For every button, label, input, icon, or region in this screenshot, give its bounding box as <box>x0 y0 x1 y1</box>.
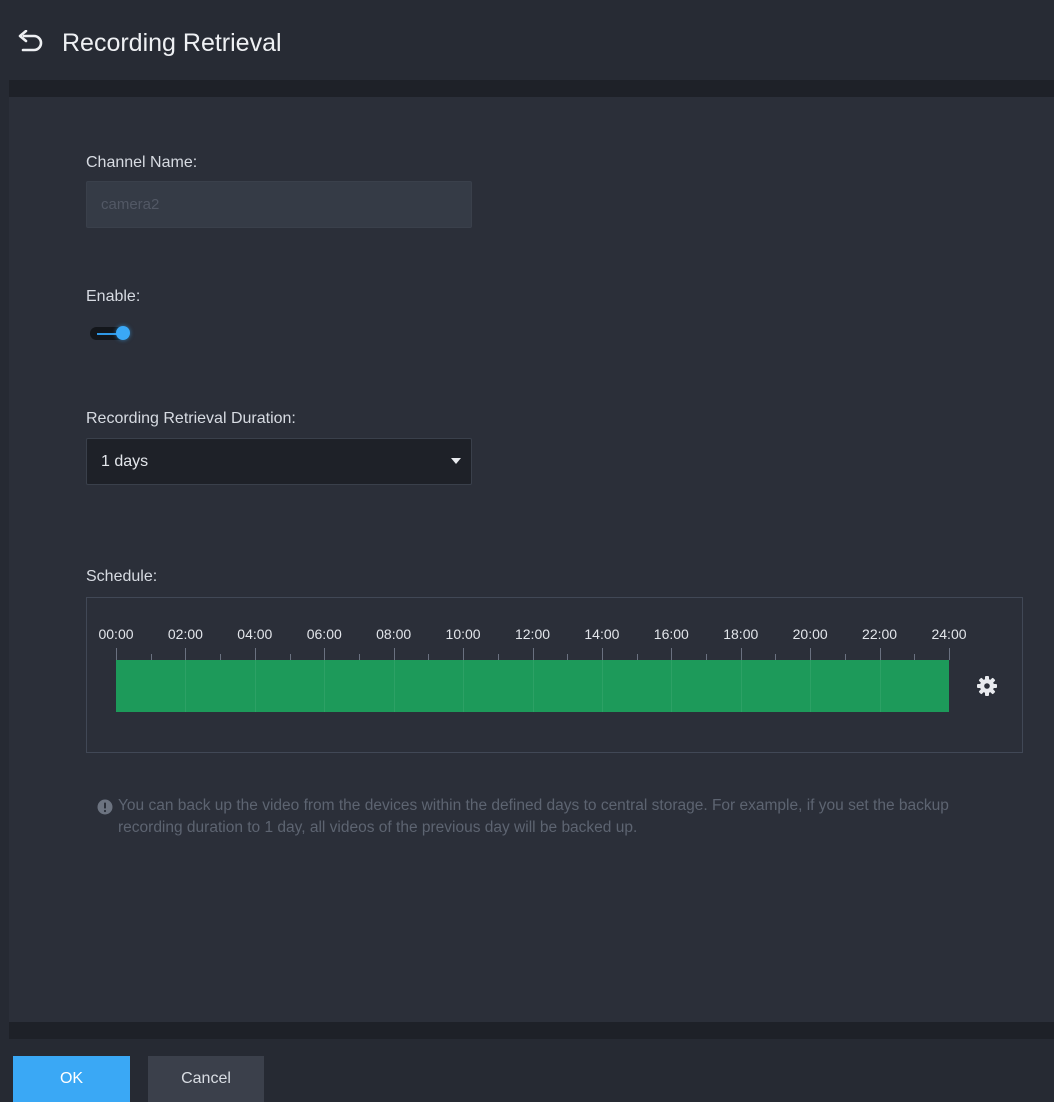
major-tick <box>463 648 465 660</box>
toggle-knob <box>116 326 130 340</box>
duration-select-value: 1 days <box>101 453 149 470</box>
timeline-tick-label: 18:00 <box>723 626 759 642</box>
form-panel <box>9 97 1054 1022</box>
cancel-button[interactable]: Cancel <box>148 1056 264 1102</box>
timeline-tick-label: 24:00 <box>931 626 967 642</box>
timeline-tick-label: 10:00 <box>445 626 481 642</box>
timeline-tick-label: 06:00 <box>306 626 342 642</box>
major-tick <box>116 648 117 660</box>
timeline-tick-label: 08:00 <box>376 626 412 642</box>
schedule-bar[interactable] <box>116 660 949 712</box>
major-tick <box>254 648 256 660</box>
timeline-tick-label: 22:00 <box>862 626 898 642</box>
bar-grid-line <box>810 660 812 712</box>
bar-grid-line <box>254 660 256 712</box>
enable-label: Enable: <box>86 288 141 305</box>
major-tick <box>324 648 326 660</box>
timeline-tick-label: 00:00 <box>98 626 134 642</box>
bar-grid-line <box>879 660 881 712</box>
major-tick <box>740 648 742 660</box>
page-header: Recording Retrieval <box>0 0 1054 80</box>
duration-label: Recording Retrieval Duration: <box>86 410 296 427</box>
info-message: You can back up the video from the devic… <box>118 797 949 836</box>
timeline-tick-label: 04:00 <box>237 626 273 642</box>
major-tick <box>671 648 673 660</box>
bottom-divider <box>9 1022 1054 1039</box>
enable-toggle[interactable] <box>90 323 130 343</box>
timeline-tick-label: 20:00 <box>792 626 828 642</box>
major-tick <box>532 648 534 660</box>
back-button[interactable] <box>14 26 48 60</box>
major-tick <box>949 648 950 660</box>
top-divider <box>9 80 1054 97</box>
bar-grid-line <box>463 660 465 712</box>
major-tick <box>601 648 603 660</box>
bar-grid-line <box>324 660 326 712</box>
duration-select[interactable]: 1 days <box>86 438 472 485</box>
timeline-tick-label: 12:00 <box>514 626 551 642</box>
ok-button[interactable]: OK <box>13 1056 130 1102</box>
timeline-tick-label: 16:00 <box>653 626 689 642</box>
channel-name-label: Channel Name: <box>86 154 198 171</box>
schedule-settings-button[interactable] <box>976 675 998 697</box>
major-tick <box>879 648 881 660</box>
bar-grid-line <box>532 660 534 712</box>
undo-arrow-icon <box>18 30 43 52</box>
info-icon <box>97 799 113 815</box>
major-tick <box>393 648 395 660</box>
bar-grid-line <box>601 660 603 712</box>
timeline-tick-label: 14:00 <box>584 626 620 642</box>
bar-grid-line <box>393 660 395 712</box>
major-tick <box>185 648 187 660</box>
timeline-ruler <box>116 648 950 660</box>
caret-down-icon <box>451 458 461 464</box>
schedule-label: Schedule: <box>86 568 158 585</box>
bar-grid-line <box>740 660 742 712</box>
timeline-tick-label: 02:00 <box>167 626 203 642</box>
page-title: Recording Retrieval <box>62 29 282 57</box>
recording-retrieval-page: Recording Retrieval Channel Name: camera… <box>0 0 1054 1102</box>
bar-grid-line <box>671 660 673 712</box>
gear-icon <box>977 676 997 696</box>
channel-name-field: camera2 <box>86 181 472 228</box>
major-tick <box>810 648 812 660</box>
bar-grid-line <box>185 660 187 712</box>
